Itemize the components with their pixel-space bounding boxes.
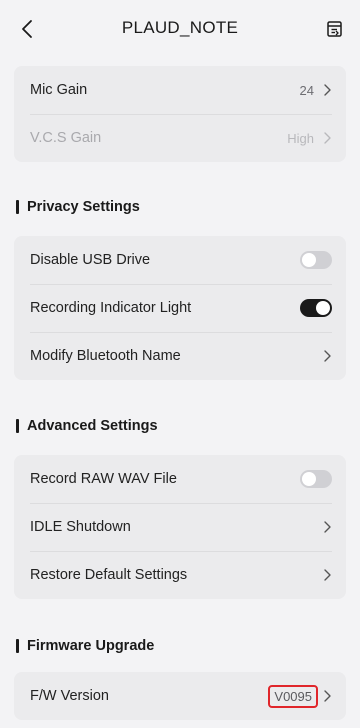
vcs-gain-row[interactable]: V.C.S Gain High <box>14 114 346 162</box>
chevron-right-icon <box>322 568 332 582</box>
mic-gain-label: Mic Gain <box>30 82 88 98</box>
firmware-version-row[interactable]: F/W Version V0095 <box>14 672 346 720</box>
firmware-version-label: F/W Version <box>30 688 109 704</box>
privacy-settings-title: Privacy Settings <box>27 199 140 215</box>
restore-default-settings-label: Restore Default Settings <box>30 567 188 583</box>
disable-usb-drive-row: Disable USB Drive <box>14 236 346 284</box>
section-marker <box>16 200 19 214</box>
toggle-knob <box>302 472 316 486</box>
vcs-gain-value: High <box>287 130 314 146</box>
privacy-settings-heading: Privacy Settings <box>16 199 140 215</box>
advanced-settings-title: Advanced Settings <box>27 418 158 434</box>
document-list-button[interactable] <box>322 16 348 42</box>
disable-usb-drive-toggle[interactable] <box>300 251 332 269</box>
vcs-gain-label: V.C.S Gain <box>30 130 102 146</box>
section-marker <box>16 419 19 433</box>
restore-default-settings-row[interactable]: Restore Default Settings <box>14 551 346 599</box>
page-title: PLAUD_NOTE <box>121 18 239 37</box>
disable-usb-drive-label: Disable USB Drive <box>30 252 151 268</box>
firmware-upgrade-title: Firmware Upgrade <box>27 638 155 654</box>
chevron-right-icon <box>322 689 332 703</box>
mic-gain-value: 24 <box>299 82 314 98</box>
chevron-right-icon <box>322 131 332 145</box>
idle-shutdown-label: IDLE Shutdown <box>30 519 131 535</box>
recording-indicator-light-toggle[interactable] <box>300 299 332 317</box>
firmware-upgrade-heading: Firmware Upgrade <box>16 638 154 654</box>
recording-indicator-light-label: Recording Indicator Light <box>30 300 192 316</box>
toggle-knob <box>316 301 330 315</box>
mic-gain-row[interactable]: Mic Gain 24 <box>14 66 346 114</box>
firmware-version-value: V0095 <box>268 684 318 708</box>
gain-card: Mic Gain 24 V.C.S Gain High <box>14 66 346 162</box>
record-raw-wav-label: Record RAW WAV File <box>30 471 177 487</box>
chevron-right-icon <box>322 349 332 363</box>
top-bar: PLAUD_NOTE <box>0 0 360 60</box>
section-marker <box>16 639 19 653</box>
chevron-right-icon <box>322 83 332 97</box>
privacy-card: Disable USB Drive Recording Indicator Li… <box>14 236 346 380</box>
advanced-settings-heading: Advanced Settings <box>16 418 158 434</box>
record-raw-wav-toggle[interactable] <box>300 470 332 488</box>
document-list-icon <box>327 21 342 37</box>
modify-bluetooth-name-row[interactable]: Modify Bluetooth Name <box>14 332 346 380</box>
modify-bluetooth-name-label: Modify Bluetooth Name <box>30 348 181 364</box>
idle-shutdown-row[interactable]: IDLE Shutdown <box>14 503 346 551</box>
chevron-right-icon <box>322 520 332 534</box>
advanced-card: Record RAW WAV File IDLE Shutdown Restor… <box>14 455 346 599</box>
recording-indicator-light-row: Recording Indicator Light <box>14 284 346 332</box>
toggle-knob <box>302 253 316 267</box>
firmware-card: F/W Version V0095 <box>14 672 346 720</box>
record-raw-wav-row: Record RAW WAV File <box>14 455 346 503</box>
